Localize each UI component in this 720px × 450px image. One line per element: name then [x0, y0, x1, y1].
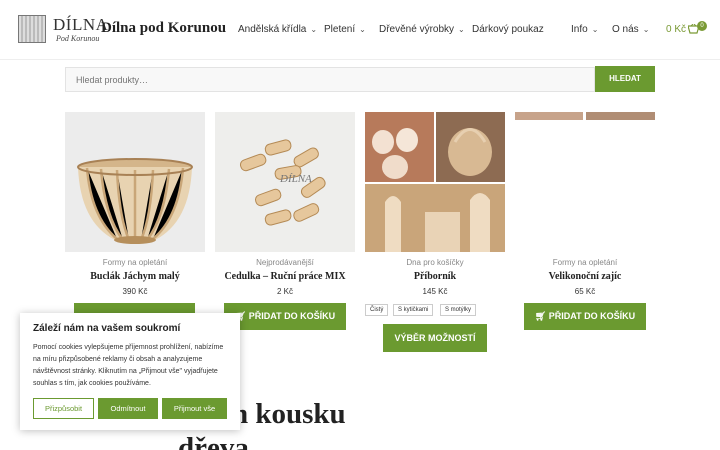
hero-heading-line2: dřeva — [178, 432, 249, 450]
product-category[interactable]: Formy na opletání — [65, 258, 205, 267]
image-watermark: DÍLNA — [279, 173, 312, 185]
product-image-pribornik[interactable] — [365, 112, 505, 252]
product-name[interactable]: Buclák Jáchym malý — [65, 271, 205, 282]
product-price: 145 Kč — [422, 287, 448, 296]
product-name[interactable]: Příborník — [365, 271, 505, 282]
product-category[interactable]: Dna pro košíčky — [365, 258, 505, 267]
cart-icon: 🛒︎ — [534, 311, 549, 321]
button-label: PŘIDAT DO KOŠÍKU — [548, 311, 636, 321]
product-name[interactable]: Velikonoční zajíc — [515, 271, 655, 282]
product-image-buclak[interactable] — [65, 112, 205, 252]
select-options-button[interactable]: VÝBĚR MOŽNOSTÍ — [383, 324, 487, 352]
nav-item-pleteni[interactable]: Pletení ⌄ — [324, 24, 366, 35]
variant-option[interactable]: S kytičkami — [393, 304, 434, 316]
hero-heading-line1: n kousku — [232, 398, 346, 430]
product-search-input[interactable] — [65, 67, 595, 92]
cookie-title: Záleží nám na vašem soukromí — [33, 323, 181, 334]
nav-item-darkovy-poukaz[interactable]: Dárkový poukaz — [472, 24, 544, 35]
cookie-customize-button[interactable]: Přizpůsobit — [33, 398, 94, 419]
cart-total[interactable]: 0 Kč — [666, 24, 686, 35]
nav-label: Pletení — [324, 24, 356, 35]
product-price: 65 Kč — [574, 287, 596, 296]
cookie-consent-banner: Záleží nám na vašem soukromí Pomocí cook… — [20, 313, 240, 430]
variant-option[interactable]: S motýlky — [440, 304, 477, 316]
product-price: 390 Kč — [122, 287, 148, 296]
cookie-accept-all-button[interactable]: Přijmout vše — [162, 398, 227, 419]
nav-label: O nás — [612, 24, 639, 35]
site-title[interactable]: Dílna pod Korunou — [101, 20, 226, 37]
product-image-cedulka[interactable]: DÍLNA — [215, 112, 355, 252]
logo-subtitle: Pod Korunou — [56, 34, 100, 43]
variant-option[interactable]: Čistý — [365, 304, 389, 316]
cookie-reject-button[interactable]: Odmítnout — [98, 398, 158, 419]
nav-label: Dárkový poukaz — [472, 24, 544, 35]
nav-label: Dřevěné výrobky — [379, 24, 455, 35]
add-to-cart-button[interactable] — [74, 303, 195, 313]
search-button[interactable]: HLEDAT — [595, 66, 655, 92]
button-label: PŘIDAT DO KOŠÍKU — [248, 311, 336, 321]
chevron-down-icon: ⌄ — [359, 25, 366, 34]
product-name[interactable]: Cedulka – Ruční práce MIX — [215, 271, 355, 282]
nav-item-info[interactable]: Info ⌄ — [571, 24, 598, 35]
cookie-text: Pomocí cookies vylepšujeme příjemnost pr… — [33, 344, 224, 387]
chevron-down-icon: ⌄ — [591, 25, 599, 34]
product-category[interactable]: Formy na opletání — [515, 258, 655, 267]
nav-label: Info — [571, 24, 588, 35]
nav-item-o-nas[interactable]: O nás ⌄ — [612, 24, 649, 35]
chevron-down-icon: ⌄ — [458, 25, 465, 34]
add-to-cart-button[interactable]: 🛒︎ PŘIDAT DO KOŠÍKU — [524, 303, 646, 330]
product-category[interactable]: Nejprodávanější — [215, 258, 355, 267]
chevron-down-icon: ⌄ — [310, 25, 318, 34]
product-price: 2 Kč — [276, 287, 293, 296]
nav-label: Andělská křídla — [238, 24, 307, 35]
nav-item-drevene-vyrobky[interactable]: Dřevěné výrobky ⌄ — [379, 24, 465, 35]
cart-count-badge: 0 — [697, 21, 707, 31]
logo-icon[interactable] — [18, 15, 46, 43]
nav-item-andelska-kridla[interactable]: Andělská křídla ⌄ — [238, 24, 317, 35]
add-to-cart-button[interactable]: 🛒︎ PŘIDAT DO KOŠÍKU — [224, 303, 346, 330]
product-image-velikonocni-zajic[interactable] — [515, 112, 655, 252]
chevron-down-icon: ⌄ — [642, 25, 650, 34]
site-header: DÍLNA Pod Korunou Dílna pod Korunou Andě… — [0, 0, 720, 60]
